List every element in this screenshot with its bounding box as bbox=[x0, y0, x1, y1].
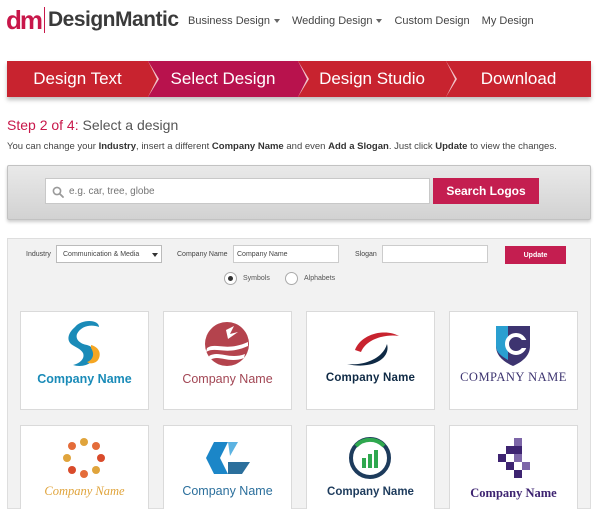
search-field[interactable] bbox=[45, 178, 430, 204]
chevron-down-icon bbox=[152, 253, 158, 257]
nav-label: Wedding Design bbox=[291, 15, 373, 27]
slogan-input[interactable] bbox=[382, 245, 488, 263]
nav-label: Custom Design bbox=[394, 15, 470, 27]
design-company-name: Company Name bbox=[470, 486, 557, 500]
step-count: Step 2 of 4: bbox=[7, 117, 79, 133]
nav-business-design[interactable]: Business Design bbox=[188, 15, 280, 27]
logo-crane-circle-icon bbox=[205, 322, 249, 366]
design-company-name: Company Name bbox=[37, 372, 132, 386]
instr-bold: Company Name bbox=[211, 141, 284, 152]
industry-value: Communication & Media bbox=[63, 250, 140, 258]
instr-bold: Update bbox=[435, 141, 468, 152]
step-label: Select Design bbox=[170, 69, 276, 88]
search-panel: Search Logos bbox=[7, 165, 591, 220]
company-name-label: Company Name bbox=[177, 251, 228, 258]
radio-alphabets[interactable] bbox=[285, 272, 298, 285]
company-name-input[interactable]: Company Name bbox=[233, 245, 339, 263]
step-arrow bbox=[148, 61, 157, 97]
nav-custom-design[interactable]: Custom Design bbox=[394, 15, 469, 27]
search-logos-button[interactable]: Search Logos bbox=[433, 178, 539, 204]
update-button[interactable]: Update bbox=[505, 246, 566, 264]
nav-label: Business Design bbox=[188, 15, 270, 27]
main-nav: Business Design Wedding Design Custom De… bbox=[188, 15, 546, 27]
radio-alphabets-label: Alphabets bbox=[304, 275, 336, 282]
design-card-5[interactable]: Company Name bbox=[20, 425, 149, 509]
header: dm DesignMantic Business Design Wedding … bbox=[0, 0, 600, 44]
logo-shield-icon bbox=[496, 326, 530, 366]
logo-text: DesignMantic bbox=[48, 8, 179, 31]
design-card-3[interactable]: Company Name bbox=[306, 311, 435, 410]
steps-bar: Design Text Select Design Design Studio … bbox=[7, 61, 591, 97]
step-design-studio[interactable]: Design Studio bbox=[298, 61, 457, 97]
step-select-design[interactable]: Select Design bbox=[148, 61, 309, 97]
search-input[interactable] bbox=[69, 185, 409, 197]
design-card-4[interactable]: COMPANY NAME bbox=[449, 311, 578, 410]
chevron-down-icon bbox=[376, 19, 383, 24]
logo-swoosh-icon bbox=[347, 332, 399, 366]
instr-text: to view the changes. bbox=[467, 141, 557, 152]
step-arrow bbox=[298, 61, 307, 97]
design-company-name: COMPANY NAME bbox=[460, 370, 567, 384]
step-design-text[interactable]: Design Text bbox=[7, 61, 159, 97]
step-download[interactable]: Download bbox=[446, 61, 591, 97]
design-company-name: Company Name bbox=[327, 486, 414, 498]
design-card-7[interactable]: Company Name bbox=[306, 425, 435, 509]
industry-select[interactable]: Communication & Media bbox=[56, 245, 162, 263]
design-card-8[interactable]: Company Name bbox=[449, 425, 578, 509]
instr-text: . Just click bbox=[388, 141, 436, 152]
instr-bold: Industry bbox=[98, 141, 137, 152]
page-title: Step 2 of 4: Select a design bbox=[7, 117, 178, 133]
design-company-name: Company Name bbox=[182, 372, 273, 386]
instr-text: , insert a different bbox=[136, 141, 212, 152]
instructions-text: You can change your Industry, insert a d… bbox=[7, 141, 557, 152]
chevron-down-icon bbox=[273, 19, 280, 24]
instr-text: and even bbox=[283, 141, 329, 152]
step-label: Download bbox=[480, 69, 557, 88]
design-card-1[interactable]: Company Name bbox=[20, 311, 149, 410]
site-logo[interactable]: dm DesignMantic bbox=[6, 5, 179, 35]
logo-separator bbox=[44, 7, 45, 33]
nav-wedding-design[interactable]: Wedding Design bbox=[292, 15, 383, 27]
logo-swirl-icon bbox=[68, 321, 100, 366]
radio-symbols-label: Symbols bbox=[243, 275, 270, 282]
design-filter-panel: Industry Communication & Media Company N… bbox=[7, 238, 591, 509]
design-company-name: Company Name bbox=[182, 484, 273, 498]
filter-row: Industry Communication & Media Company N… bbox=[8, 245, 592, 265]
step-title-text: Select a design bbox=[78, 117, 179, 133]
logo-mark: dm bbox=[6, 5, 43, 35]
industry-label: Industry bbox=[26, 251, 51, 258]
step-label: Design Studio bbox=[319, 69, 425, 88]
instr-text: You can change your bbox=[7, 141, 99, 152]
design-card-6[interactable]: Company Name bbox=[163, 425, 292, 509]
design-card-2[interactable]: Company Name bbox=[163, 311, 292, 410]
design-company-name: Company Name bbox=[325, 372, 416, 384]
design-company-name: Company Name bbox=[44, 484, 125, 498]
radio-symbols[interactable] bbox=[224, 272, 237, 285]
search-icon bbox=[52, 185, 64, 198]
instr-bold: Add a Slogan bbox=[328, 141, 389, 152]
nav-label: My Design bbox=[481, 15, 534, 27]
step-arrow bbox=[446, 61, 455, 97]
slogan-label: Slogan bbox=[355, 251, 377, 258]
step-label: Design Text bbox=[33, 69, 122, 88]
nav-my-design[interactable]: My Design bbox=[482, 15, 534, 27]
